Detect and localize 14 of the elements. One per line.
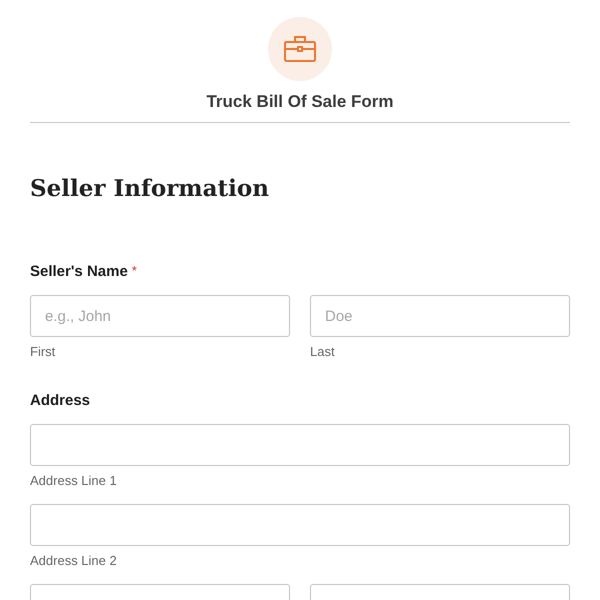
input-field[interactable] (30, 424, 570, 466)
field-sublabel: Address Line 1 (30, 473, 117, 488)
field-sublabel: First (30, 344, 56, 359)
required-mark: * (132, 263, 137, 278)
section-heading: Seller Information (30, 175, 270, 202)
field-sublabel: Last (310, 344, 335, 359)
field-label: Seller's Name (30, 263, 128, 280)
input-field[interactable]: e.g., John (30, 295, 290, 337)
input-field[interactable] (30, 504, 570, 546)
input-field[interactable]: Doe (310, 295, 570, 337)
form-title: Truck Bill Of Sale Form (206, 92, 394, 112)
briefcase-icon (284, 36, 316, 62)
field-label: Address (30, 392, 90, 409)
field-sublabel: Address Line 2 (30, 553, 117, 568)
